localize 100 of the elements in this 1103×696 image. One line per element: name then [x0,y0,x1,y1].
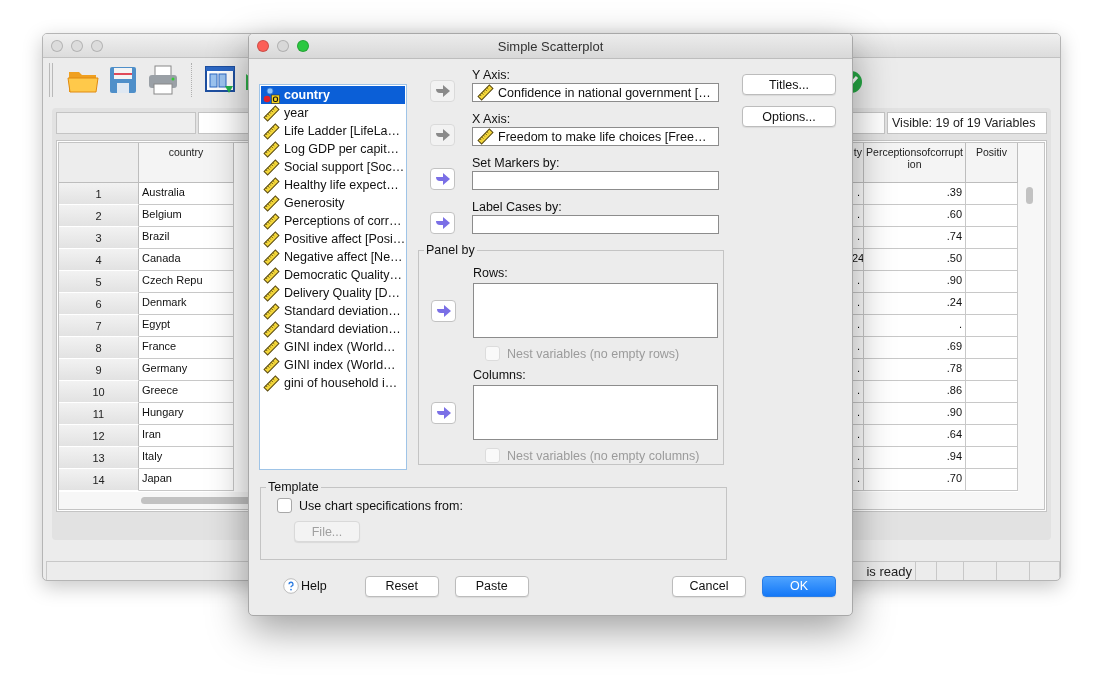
variable-box[interactable] [473,385,718,440]
variable-item[interactable]: GINI index (World… [261,338,405,356]
vertical-scrollbar[interactable] [1018,143,1044,492]
zoom-button[interactable] [297,40,309,52]
dialog-button[interactable]: Titles... [742,74,836,95]
ruler-icon [263,194,280,212]
move-button[interactable] [430,212,455,234]
variable-item[interactable]: Democratic Quality… [261,266,405,284]
column-header[interactable]: country [139,143,234,183]
table-cell: .78 [864,359,966,381]
variable-item[interactable]: Standard deviation… [261,302,405,320]
row-number[interactable]: 12 [59,425,139,447]
right-arrow-icon [435,405,452,420]
variable-box[interactable] [473,283,718,338]
variable-field[interactable] [472,215,719,234]
dialog-button[interactable]: Paste [454,575,529,597]
table-cell: Germany [139,359,234,381]
move-button[interactable] [430,168,455,190]
table-cell: .86 [864,381,966,403]
field-label: Columns: [473,367,527,383]
right-arrow-icon [434,84,451,98]
group-title: Template [267,480,320,494]
help-icon [283,578,299,594]
move-button[interactable] [431,401,456,424]
variable-item[interactable]: GINI index (World… [261,356,405,374]
variable-item[interactable]: Positive affect [Posi… [261,230,405,248]
printer-icon[interactable] [147,64,179,96]
row-number[interactable]: 8 [59,337,139,359]
row-number[interactable]: 10 [59,381,139,403]
field-label: X Axis: [472,111,512,127]
checkbox[interactable] [277,498,292,513]
row-number[interactable]: 6 [59,293,139,315]
cell-name-field[interactable] [56,112,196,134]
variable-item[interactable]: Negative affect [Ne… [261,248,405,266]
row-number[interactable]: 14 [59,469,139,491]
row-number[interactable]: 9 [59,359,139,381]
dialog-button[interactable]: Options... [742,106,836,127]
variable-item[interactable]: Life Ladder [LifeLa… [261,122,405,140]
row-number[interactable]: 5 [59,271,139,293]
ruler-icon [263,140,280,158]
variable-field[interactable]: Freedom to make life choices [Free… [472,127,719,146]
row-number[interactable]: 3 [59,227,139,249]
column-header[interactable]: Positiv [966,143,1018,183]
dialog-title: Simple Scatterplot [496,38,605,54]
field-label: Rows: [473,265,509,281]
table-cell: Egypt [139,315,234,337]
minimize-button[interactable] [71,39,83,52]
help-button[interactable]: Help [283,578,327,594]
row-number[interactable]: 11 [59,403,139,425]
variable-item[interactable]: Generosity [261,194,405,212]
checkbox-label: Use chart specifications from: [299,498,463,513]
variable-item[interactable]: Healthy life expect… [261,176,405,194]
table-cell: .74 [864,227,966,249]
field-label: Set Markers by: [472,155,561,171]
variable-field[interactable]: Confidence in national government [… [472,83,719,102]
table-cell: .64 [864,425,966,447]
right-arrow-icon [435,303,452,318]
minimize-button[interactable] [277,40,289,52]
variable-item[interactable]: Standard deviation… [261,320,405,338]
row-number[interactable]: 4 [59,249,139,271]
table-cell: Japan [139,469,234,491]
row-number[interactable]: 2 [59,205,139,227]
right-arrow-icon [434,216,451,230]
row-number[interactable]: 1 [59,183,139,205]
table-cell: .60 [864,205,966,227]
ruler-icon [263,122,280,140]
table-cell: Canada [139,249,234,271]
variable-item[interactable]: gini of household i… [261,374,405,392]
close-button[interactable] [51,39,63,52]
move-button[interactable] [431,299,456,322]
field-label: Y Axis: [472,67,511,83]
table-cell: .39 [864,183,966,205]
variable-item[interactable]: year [261,104,405,122]
variable-item[interactable]: Perceptions of corr… [261,212,405,230]
table-cell: Brazil [139,227,234,249]
zoom-button[interactable] [91,39,103,52]
checkbox-label: Nest variables (no empty rows) [507,346,680,361]
dialog-button[interactable]: Cancel [672,575,746,597]
row-number[interactable]: 7 [59,315,139,337]
variable-item[interactable]: country [261,86,405,104]
row-number[interactable]: 13 [59,447,139,469]
save-icon[interactable] [107,64,139,96]
variable-field[interactable] [472,171,719,190]
table-cell: Denmark [139,293,234,315]
close-button[interactable] [257,40,269,52]
variable-item[interactable]: Log GDP per capit… [261,140,405,158]
ruler-icon [263,212,280,230]
column-header[interactable]: Perceptionsofcorruption [864,143,966,183]
ruler-icon [263,320,280,338]
nominal-variable-icon [263,86,280,104]
table-cell: Italy [139,447,234,469]
table-cell: Hungary [139,403,234,425]
variable-item[interactable]: Delivery Quality [D… [261,284,405,302]
table-cell: . [864,315,966,337]
variable-item[interactable]: Social support [Soc… [261,158,405,176]
group-title: Panel by [425,243,476,257]
table-cell: .69 [864,337,966,359]
table-cell: .24 [864,293,966,315]
dialog-button[interactable]: Reset [364,575,439,597]
ruler-icon [263,176,280,194]
